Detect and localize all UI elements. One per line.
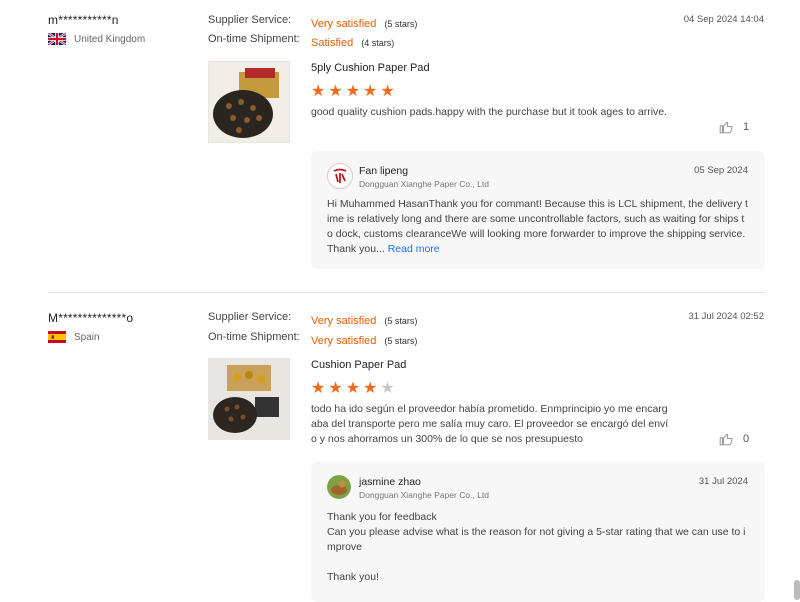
rating-text: Very satisfied: [311, 315, 377, 327]
star-icon: ★: [363, 380, 378, 397]
reply-company: Dongguan Xianghe Paper Co., Ltd: [359, 179, 489, 189]
reply-company: Dongguan Xianghe Paper Co., Ltd: [359, 490, 489, 500]
thumbs-up-icon: [719, 433, 733, 446]
rating-stars-text: (4 stars): [361, 38, 395, 48]
scrollbar[interactable]: [794, 580, 800, 600]
like-count: 0: [743, 433, 750, 445]
star-icon: ★: [328, 83, 343, 100]
product-image: [209, 359, 289, 439]
star-rating: ★ ★ ★ ★ ★: [311, 84, 395, 100]
product-thumbnail[interactable]: [208, 358, 290, 440]
review-divider: [48, 292, 766, 293]
buyer-country: United Kingdom: [48, 33, 145, 45]
star-icon: ★: [380, 83, 395, 100]
country-label: United Kingdom: [74, 33, 146, 45]
rating-text: Very satisfied: [311, 18, 377, 30]
supplier-service-rating: Very satisfied (5 stars): [311, 14, 417, 32]
thumbs-up-icon: [719, 121, 733, 134]
product-title[interactable]: 5ply Cushion Paper Pad: [311, 62, 430, 74]
rating-stars-text: (5 stars): [384, 336, 418, 346]
rating-text: Very satisfied: [311, 335, 377, 347]
supplier-service-rating: Very satisfied (5 stars): [311, 311, 417, 329]
review-content: todo ha ido según el proveedor había pro…: [311, 403, 669, 445]
star-icon: ★: [345, 380, 361, 397]
reply-text: Hi Muhammed HasanThank you for commant! …: [327, 197, 749, 257]
supplier-service-label: Supplier Service:: [208, 14, 292, 26]
rating-text: Satisfied: [311, 37, 354, 49]
star-icon: ★: [311, 380, 326, 397]
like-count: 1: [743, 121, 750, 133]
reply-line: Thank you!: [327, 571, 379, 583]
read-more-link[interactable]: Read more: [388, 243, 440, 255]
supplier-avatar: [327, 475, 351, 499]
product-thumbnail[interactable]: [208, 61, 290, 143]
rating-stars-text: (5 stars): [384, 316, 418, 326]
buyer-name: m***********n: [48, 13, 119, 27]
star-icon: ★: [380, 380, 395, 397]
reply-line: Thank you for feedback: [327, 511, 437, 523]
supplier-reply: Fan lipeng Dongguan Xianghe Paper Co., L…: [311, 151, 765, 269]
buyer-name: M**************o: [48, 311, 134, 325]
buyer-country: Spain: [48, 331, 100, 343]
shipment-label: On-time Shipment:: [208, 331, 300, 343]
reply-date: 05 Sep 2024: [694, 165, 748, 176]
supplier-reply: jasmine zhao Dongguan Xianghe Paper Co.,…: [311, 462, 765, 602]
star-icon: ★: [363, 83, 378, 100]
rating-stars-text: (5 stars): [384, 19, 418, 29]
shipment-rating: Very satisfied (5 stars): [311, 331, 417, 349]
country-label: Spain: [74, 331, 100, 343]
like-button[interactable]: 1: [719, 120, 749, 134]
product-image: [209, 62, 289, 142]
shipment-label: On-time Shipment:: [208, 33, 300, 45]
star-icon: ★: [311, 83, 326, 100]
reply-line: [327, 555, 751, 570]
review-content: good quality cushion pads.happy with the…: [311, 106, 668, 118]
supplier-avatar: [327, 163, 353, 189]
product-title[interactable]: Cushion Paper Pad: [311, 359, 406, 371]
spain-flag-icon: [48, 331, 66, 343]
like-button[interactable]: 0: [719, 432, 749, 446]
uk-flag-icon: [48, 33, 66, 45]
star-icon: ★: [328, 380, 343, 397]
reply-date: 31 Jul 2024: [698, 476, 748, 487]
reply-author: Fan lipeng: [359, 165, 409, 177]
shipment-rating: Satisfied (4 stars): [311, 33, 394, 51]
reply-text: Thank you for feedback Can you please ad…: [327, 510, 751, 585]
reply-line: Can you please advise what is the reason…: [327, 526, 746, 553]
review-date: 31 Jul 2024 02:52: [688, 311, 764, 322]
review-date: 04 Sep 2024 14:04: [683, 14, 764, 25]
star-icon: ★: [345, 83, 361, 100]
reply-author: jasmine zhao: [359, 476, 421, 488]
supplier-service-label: Supplier Service:: [208, 311, 292, 323]
star-rating: ★ ★ ★ ★ ★: [311, 381, 395, 397]
